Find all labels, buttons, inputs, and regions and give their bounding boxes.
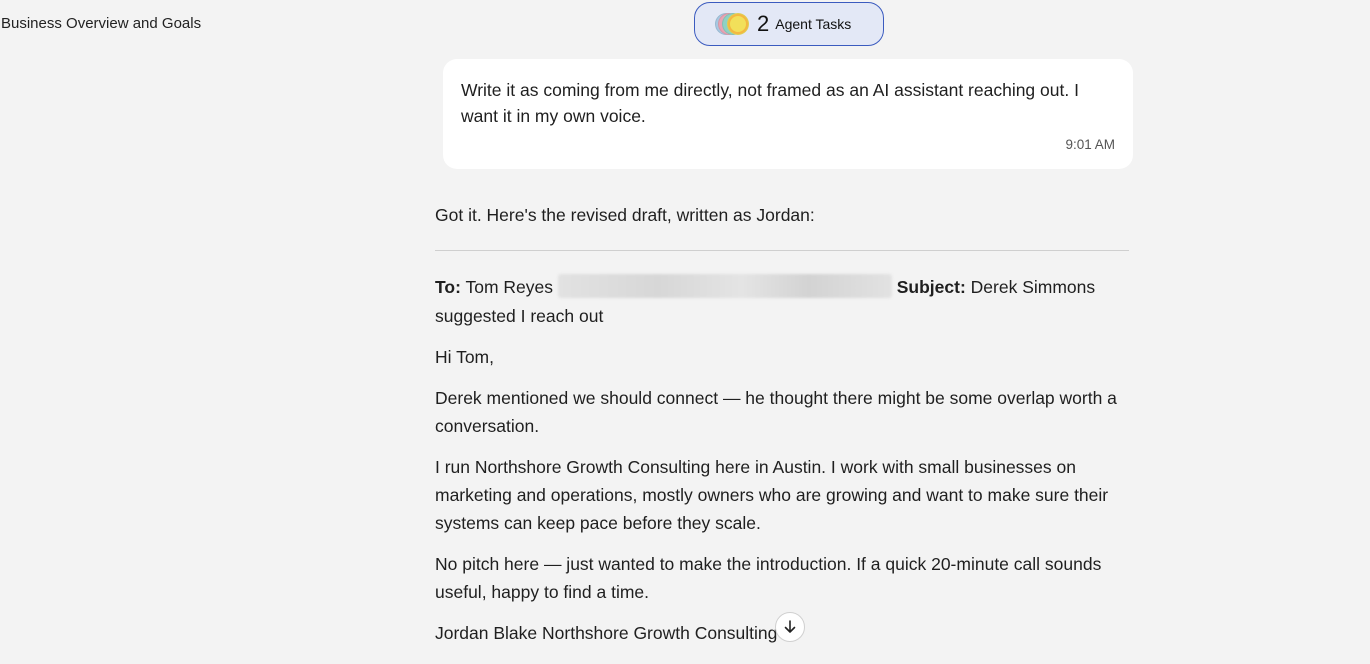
email-paragraph: I run Northshore Growth Consulting here … xyxy=(435,457,1109,533)
user-message-bubble: Write it as coming from me directly, not… xyxy=(443,59,1133,169)
to-label: To: xyxy=(435,277,461,297)
email-header: To: Tom Reyes Subject: Derek Simmons sug… xyxy=(435,273,1129,331)
page-title: Business Overview and Goals xyxy=(1,15,202,32)
subject-label: Subject: xyxy=(896,277,966,297)
message-timestamp: 9:01 AM xyxy=(1065,137,1115,152)
email-paragraph: Derek mentioned we should connect — he t… xyxy=(435,388,1117,436)
agent-avatars xyxy=(715,11,751,37)
agent-tasks-button[interactable]: 2 Agent Tasks xyxy=(694,2,884,46)
email-greeting: Hi Tom, xyxy=(435,347,494,367)
email-paragraph: No pitch here — just wanted to make the … xyxy=(435,554,1102,602)
agent-avatar xyxy=(727,13,749,35)
agent-tasks-label: Agent Tasks xyxy=(775,16,852,32)
recipient-name: Tom Reyes xyxy=(465,277,553,297)
agent-tasks-count: 2 xyxy=(757,11,770,36)
redacted-email-address xyxy=(557,274,892,298)
divider xyxy=(435,250,1129,251)
assistant-reply: Got it. Here's the revised draft, writte… xyxy=(435,202,1129,660)
scroll-to-bottom-button[interactable] xyxy=(775,612,805,642)
reply-intro: Got it. Here's the revised draft, writte… xyxy=(435,205,815,225)
user-message-text: Write it as coming from me directly, not… xyxy=(461,80,1079,126)
arrow-down-icon xyxy=(784,620,796,633)
